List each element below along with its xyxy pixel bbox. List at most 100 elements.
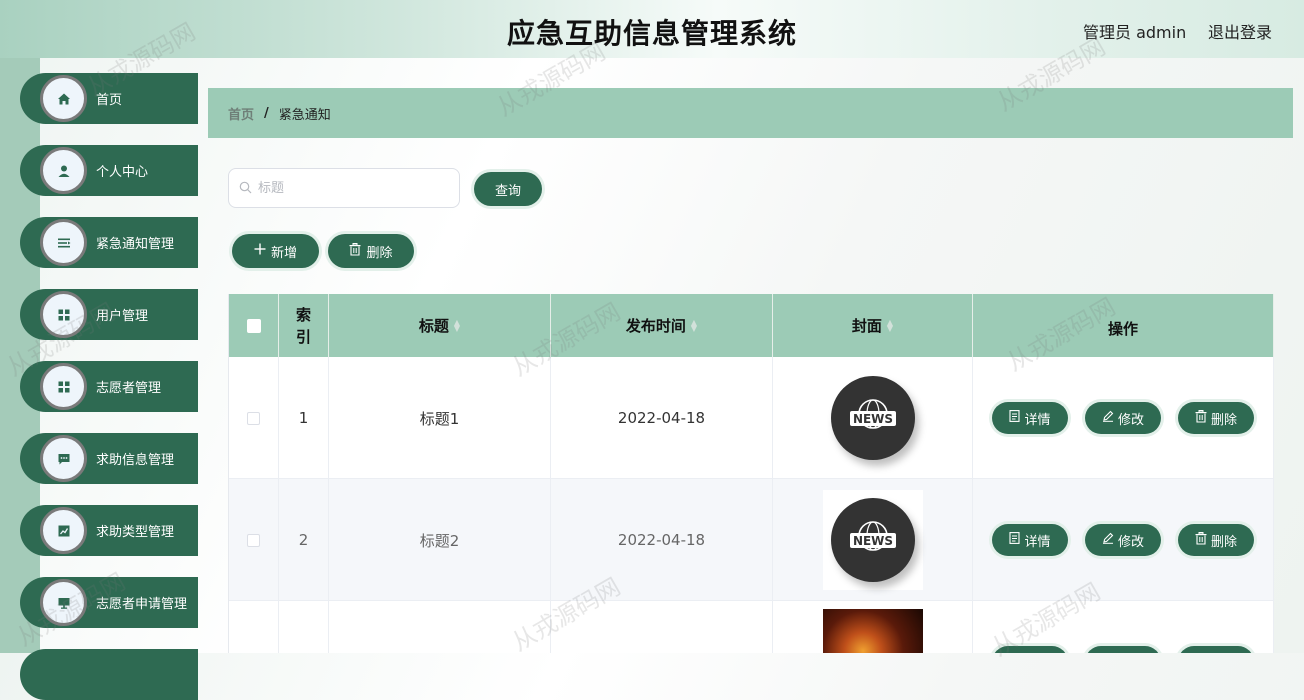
chat-icon <box>40 435 87 482</box>
row-title <box>329 601 551 653</box>
query-button[interactable]: 查询 <box>474 172 542 206</box>
sidebar-item-label: 志愿者申请管理 <box>96 597 188 612</box>
news-globe-icon: NEWS <box>830 498 915 582</box>
detail-button[interactable] <box>992 646 1068 653</box>
sidebar-item-help-type-management[interactable]: 求助类型管理 <box>20 505 198 556</box>
row-publish-time: 2022-04-18 <box>551 479 773 601</box>
user-icon <box>40 147 87 194</box>
select-all-checkbox[interactable] <box>246 318 261 333</box>
sidebar-item-notice-management[interactable]: 紧急通知管理 <box>20 217 198 268</box>
delete-label: 删除 <box>1210 412 1237 428</box>
row-publish-time <box>551 601 773 653</box>
trash-icon <box>1195 409 1207 427</box>
table-header: 索引 标题 ▲ ▼ 发布时间 ▲ ▼ 封面 ▲ ▼ 操作 <box>229 294 1274 357</box>
batch-delete-label: 删除 <box>366 245 393 261</box>
table-row <box>229 601 1274 653</box>
row-checkbox[interactable] <box>247 411 260 425</box>
breadcrumb: 首页 / 紧急通知 <box>208 88 1293 138</box>
cover-image[interactable] <box>822 609 923 653</box>
delete-button[interactable] <box>1178 646 1254 653</box>
delete-button[interactable]: 删除 <box>1178 402 1254 434</box>
edit-button[interactable]: 修改 <box>1085 524 1161 556</box>
search-icon <box>239 179 252 198</box>
header-cover[interactable]: 封面 ▲ ▼ <box>773 294 973 357</box>
edit-button[interactable] <box>1085 646 1161 653</box>
sort-icon: ▲ ▼ <box>690 317 698 333</box>
trash-icon <box>1195 531 1207 549</box>
row-title: 标题1 <box>329 357 551 479</box>
logout-link[interactable]: 退出登录 <box>1208 19 1272 43</box>
header-publish-time-label: 发布时间 <box>625 317 686 335</box>
detail-button[interactable]: 详情 <box>992 402 1068 434</box>
list-icon <box>40 219 87 266</box>
row-cover-cell: NEWS <box>773 357 973 479</box>
grid-icon <box>40 291 87 338</box>
row-actions-cell: 详情 修改 删除 <box>973 357 1274 479</box>
document-icon <box>1009 410 1021 426</box>
sidebar-item-volunteer-application-management[interactable]: 志愿者申请管理 <box>20 577 198 628</box>
sidebar-item-label: 用户管理 <box>96 309 149 324</box>
sidebar-item-more[interactable] <box>20 649 198 700</box>
trash-icon <box>349 242 361 260</box>
table-row: 2 标题2 2022-04-18 NEWS 详情 修改 删除 <box>229 479 1274 601</box>
news-globe-icon[interactable]: NEWS <box>830 376 915 460</box>
edit-label: 修改 <box>1117 412 1144 428</box>
breadcrumb-home-link[interactable]: 首页 <box>228 104 254 123</box>
row-select-cell <box>229 601 279 653</box>
grid-icon <box>40 363 87 410</box>
news-text: NEWS <box>852 534 892 548</box>
header-title[interactable]: 标题 ▲ ▼ <box>329 294 551 357</box>
delete-button[interactable]: 删除 <box>1178 524 1254 556</box>
row-actions-cell <box>973 601 1274 653</box>
sidebar-item-label: 求助类型管理 <box>96 525 175 540</box>
row-index: 1 <box>279 357 329 479</box>
query-button-label: 查询 <box>494 183 521 199</box>
breadcrumb-separator: / <box>264 105 269 121</box>
table-row: 1 标题1 2022-04-18 NEWS 详情 修改 删除 <box>229 357 1274 479</box>
header-cover-label: 封面 <box>851 317 882 335</box>
breadcrumb-current: 紧急通知 <box>278 107 331 123</box>
sidebar-item-label: 志愿者管理 <box>96 381 162 396</box>
sidebar-item-user-management[interactable]: 用户管理 <box>20 289 198 340</box>
chart-icon <box>40 507 87 554</box>
sidebar-item-volunteer-management[interactable]: 志愿者管理 <box>20 361 198 412</box>
title-search-input[interactable] <box>256 179 450 197</box>
search-box <box>228 168 460 208</box>
monitor-icon <box>40 579 87 626</box>
pencil-icon <box>1102 532 1114 548</box>
add-button-label: 新增 <box>270 245 297 261</box>
header-actions-label: 操作 <box>1107 320 1138 338</box>
detail-button[interactable]: 详情 <box>992 524 1068 556</box>
header-index-label: 索引 <box>295 305 311 346</box>
batch-delete-button[interactable]: 删除 <box>328 234 414 268</box>
header-index: 索引 <box>279 294 329 357</box>
header-publish-time[interactable]: 发布时间 ▲ ▼ <box>551 294 773 357</box>
sidebar-item-help-info-management[interactable]: 求助信息管理 <box>20 433 198 484</box>
home-icon <box>40 75 87 122</box>
edit-label: 修改 <box>1117 534 1144 550</box>
detail-label: 详情 <box>1024 412 1051 428</box>
row-publish-time: 2022-04-18 <box>551 357 773 479</box>
news-text: NEWS <box>852 412 892 426</box>
sidebar-item-home[interactable]: 首页 <box>20 73 198 124</box>
add-button[interactable]: 新增 <box>232 234 319 268</box>
row-select-cell <box>229 479 279 601</box>
delete-label: 删除 <box>1210 534 1237 550</box>
top-header: 应急互助信息管理系统 管理员 admin 退出登录 <box>0 0 1304 58</box>
row-index: 2 <box>279 479 329 601</box>
sidebar-item-label: 紧急通知管理 <box>96 237 175 252</box>
header-actions: 操作 <box>973 294 1274 357</box>
notice-table: 索引 标题 ▲ ▼ 发布时间 ▲ ▼ 封面 ▲ ▼ 操作 1 标题1 2022-04-… <box>228 294 1274 653</box>
plus-icon <box>254 243 266 259</box>
sidebar-item-profile[interactable]: 个人中心 <box>20 145 198 196</box>
row-title: 标题2 <box>329 479 551 601</box>
cover-image[interactable]: NEWS <box>822 490 923 590</box>
row-checkbox[interactable] <box>247 533 260 547</box>
sort-icon: ▲ ▼ <box>453 317 461 333</box>
row-select-cell <box>229 357 279 479</box>
sidebar-item-label: 求助信息管理 <box>96 453 175 468</box>
row-actions-cell: 详情 修改 删除 <box>973 479 1274 601</box>
edit-button[interactable]: 修改 <box>1085 402 1161 434</box>
row-index <box>279 601 329 653</box>
sort-icon: ▲ ▼ <box>886 317 894 333</box>
